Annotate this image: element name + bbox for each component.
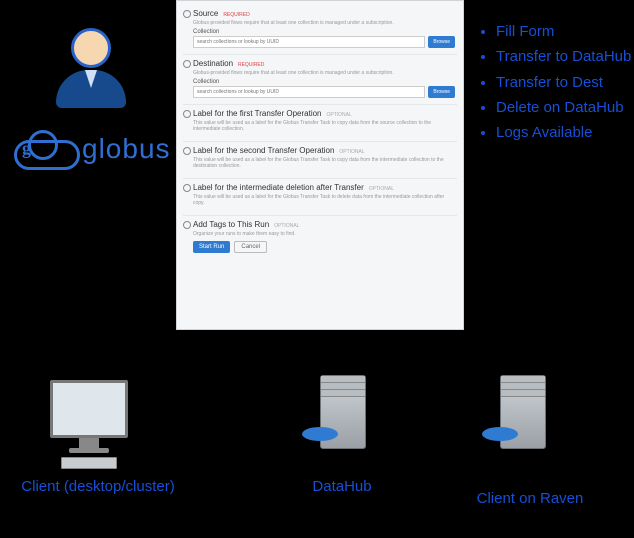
optional-tag: OPTIONAL (326, 112, 351, 118)
required-tag: REQUIRED (223, 12, 249, 18)
datahub-server-icon (320, 375, 366, 449)
globus-logo: g globus (14, 130, 171, 168)
start-run-button[interactable]: Start Run (193, 241, 230, 253)
destination-desc: Globus-provided flows require that at le… (193, 70, 455, 76)
step-item: Logs Available (496, 121, 631, 144)
label3-desc: This value will be used as a label for t… (193, 194, 455, 206)
chevron-icon[interactable] (183, 110, 191, 118)
section-label-first-transfer: Label for the first Transfer Operation O… (183, 104, 457, 141)
chevron-icon[interactable] (183, 10, 191, 18)
steps-list: Fill Form Transfer to DataHub Transfer t… (478, 20, 631, 146)
section-destination: Destination REQUIRED Globus-provided flo… (183, 54, 457, 104)
section-label-second-transfer: Label for the second Transfer Operation … (183, 141, 457, 178)
section-source: Source REQUIRED Globus-provided flows re… (183, 5, 457, 54)
chevron-icon[interactable] (183, 221, 191, 229)
datahub-label: DataHub (292, 478, 392, 495)
disk-icon (482, 427, 518, 441)
disk-icon (302, 427, 338, 441)
section-tags: Add Tags to This Run OPTIONAL Organize y… (183, 215, 457, 259)
cancel-button[interactable]: Cancel (234, 241, 267, 253)
destination-title: Destination (193, 59, 233, 68)
label2-desc: This value will be used as a label for t… (193, 157, 455, 169)
label1-desc: This value will be used as a label for t… (193, 120, 455, 132)
source-desc: Globus-provided flows require that at le… (193, 20, 455, 26)
required-tag: REQUIRED (238, 62, 264, 68)
raven-server-icon (500, 375, 546, 449)
desktop-icon (50, 380, 128, 469)
optional-tag: OPTIONAL (274, 223, 299, 229)
chevron-icon[interactable] (183, 60, 191, 68)
tags-desc: Organize your runs to make them easy to … (193, 231, 455, 237)
label2-title: Label for the second Transfer Operation (193, 146, 334, 155)
optional-tag: OPTIONAL (369, 186, 394, 192)
globus-wordmark: globus (82, 133, 171, 165)
optional-tag: OPTIONAL (339, 149, 364, 155)
step-item: Transfer to Dest (496, 71, 631, 94)
step-item: Delete on DataHub (496, 96, 631, 119)
chevron-icon[interactable] (183, 147, 191, 155)
flow-form: Source REQUIRED Globus-provided flows re… (176, 0, 464, 330)
destination-browse-button[interactable]: Browse (428, 86, 455, 98)
label3-title: Label for the intermediate deletion afte… (193, 183, 364, 192)
step-item: Transfer to DataHub (496, 45, 631, 68)
source-title: Source (193, 9, 218, 18)
step-item: Fill Form (496, 20, 631, 43)
collection-label: Collection (193, 79, 455, 85)
tags-title: Add Tags to This Run (193, 220, 269, 229)
client-label: Client (desktop/cluster) (18, 478, 178, 495)
source-browse-button[interactable]: Browse (428, 36, 455, 48)
label1-title: Label for the first Transfer Operation (193, 109, 322, 118)
user-icon (56, 28, 126, 108)
collection-label: Collection (193, 29, 455, 35)
section-label-delete: Label for the intermediate deletion afte… (183, 178, 457, 215)
source-search-input[interactable] (193, 36, 425, 48)
cloud-icon: g (14, 130, 74, 168)
destination-search-input[interactable] (193, 86, 425, 98)
chevron-icon[interactable] (183, 184, 191, 192)
raven-label: Client on Raven (460, 490, 600, 507)
